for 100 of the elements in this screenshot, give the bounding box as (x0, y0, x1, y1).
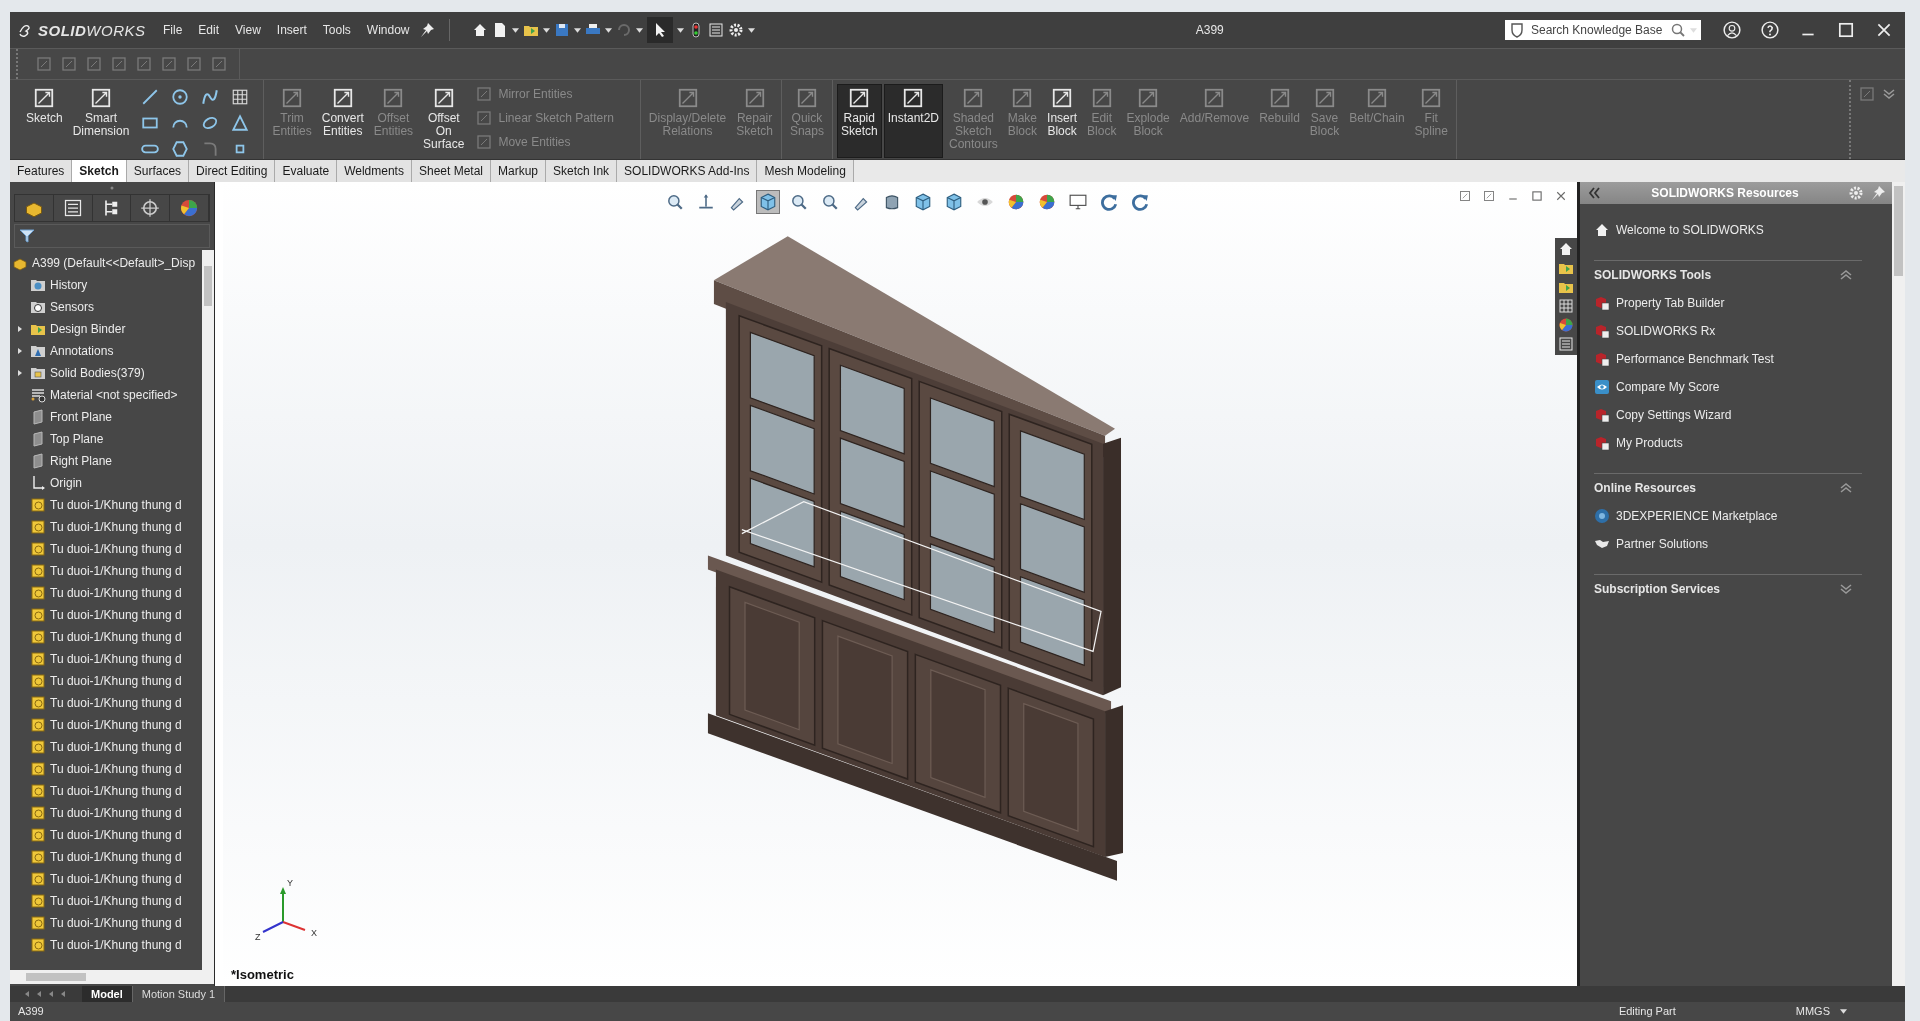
resource-link[interactable]: Welcome to SOLIDWORKS (1616, 223, 1764, 237)
caret-icon[interactable] (511, 27, 519, 33)
tree-item[interactable]: Tu duoi-1/Khung thung d (50, 938, 182, 952)
units-button[interactable]: MMGS (1685, 1005, 1830, 1017)
command-tab[interactable]: Direct Editing (189, 160, 276, 182)
tree-item[interactable]: Design Binder (50, 322, 126, 336)
chevrons-down-icon[interactable] (1881, 86, 1897, 102)
menu-item[interactable]: Edit (191, 19, 227, 41)
bodies-icon[interactable] (30, 365, 46, 381)
pin-icon[interactable] (418, 22, 435, 38)
command-tab[interactable]: Evaluate (275, 160, 338, 182)
help-icon[interactable] (1761, 21, 1779, 39)
tree-item[interactable]: Tu duoi-1/Khung thung d (50, 784, 182, 798)
command-tab[interactable]: SOLIDWORKS Add-Ins (617, 160, 758, 182)
filter-field[interactable] (14, 224, 210, 248)
component-icon[interactable] (30, 849, 46, 865)
caret-icon[interactable] (747, 27, 755, 33)
box-badge-icon[interactable] (1594, 295, 1610, 311)
component-icon[interactable] (30, 497, 46, 513)
command-tab[interactable]: Weldments (337, 160, 412, 182)
section-title[interactable]: SOLIDWORKS Tools (1594, 268, 1712, 282)
component-icon[interactable] (30, 629, 46, 645)
panel-handle[interactable] (215, 182, 223, 986)
ribbon-button[interactable]: Sketch (22, 84, 67, 158)
gear-icon[interactable] (727, 22, 744, 38)
tree-item[interactable]: Tu duoi-1/Khung thung d (50, 564, 182, 578)
tree-item[interactable]: Tu duoi-1/Khung thung d (50, 740, 182, 754)
tree-item[interactable]: Tu duoi-1/Khung thung d (50, 762, 182, 776)
tree-item[interactable]: Tu duoi-1/Khung thung d (50, 520, 182, 534)
ribbon-button[interactable]: Offset On Surface (419, 84, 469, 158)
grid-icon[interactable] (231, 88, 250, 106)
component-icon[interactable] (30, 761, 46, 777)
chevrons-up-icon[interactable] (1838, 267, 1854, 283)
spline-icon[interactable] (201, 88, 220, 106)
expand-arrow-icon[interactable] (16, 325, 24, 333)
resource-link[interactable]: Partner Solutions (1616, 537, 1709, 551)
component-icon[interactable] (30, 805, 46, 821)
circle-icon[interactable] (171, 88, 190, 106)
tree-item[interactable]: Tu duoi-1/Khung thung d (50, 850, 182, 864)
component-icon[interactable] (30, 607, 46, 623)
scrollbar[interactable] (1892, 182, 1905, 986)
material-icon[interactable] (30, 387, 46, 403)
tree-item[interactable]: History (50, 278, 88, 292)
resource-link[interactable]: My Products (1616, 436, 1683, 450)
tree-item[interactable]: Tu duoi-1/Khung thung d (50, 652, 182, 666)
user-icon[interactable] (1723, 21, 1741, 39)
ribbon-button[interactable]: Instant2D (883, 84, 943, 158)
resource-link[interactable]: Copy Settings Wizard (1616, 408, 1732, 422)
sensor-icon[interactable] (30, 299, 46, 315)
tree-item[interactable]: Front Plane (50, 410, 113, 424)
command-tab[interactable]: Sheet Metal (411, 160, 491, 182)
caret-icon[interactable] (573, 27, 581, 33)
caret-icon[interactable] (676, 27, 684, 33)
resource-link[interactable]: Performance Benchmark Test (1616, 352, 1774, 366)
tree-item[interactable]: Solid Bodies(379) (50, 366, 145, 380)
menu-item[interactable]: Tools (315, 19, 358, 41)
chevrons-up-icon[interactable] (1838, 480, 1854, 496)
tree-item[interactable]: Tu duoi-1/Khung thung d (50, 630, 182, 644)
tree-item[interactable]: Tu duoi-1/Khung thung d (50, 894, 182, 908)
tree-item[interactable]: Tu duoi-1/Khung thung d (50, 586, 182, 600)
view-tool-button[interactable] (756, 190, 780, 214)
list-icon[interactable] (707, 22, 724, 38)
command-tab[interactable]: Mesh Modeling (757, 160, 854, 182)
command-tab[interactable]: Features (10, 160, 73, 182)
resource-link[interactable]: SOLIDWORKS Rx (1616, 324, 1716, 338)
box-badge-icon[interactable] (1594, 351, 1610, 367)
task-pane-tab[interactable] (1558, 298, 1574, 314)
eye-badge-icon[interactable] (1594, 379, 1610, 395)
menu-item[interactable]: Window (359, 19, 417, 41)
command-tab[interactable]: Surfaces (126, 160, 190, 182)
plane-icon[interactable] (30, 453, 46, 469)
resource-link[interactable]: 3DEXPERIENCE Marketplace (1616, 509, 1778, 523)
tree-item[interactable]: Tu duoi-1/Khung thung d (50, 498, 182, 512)
menu-item[interactable]: File (156, 19, 190, 41)
ribbon-button[interactable]: Rapid Sketch (836, 84, 882, 158)
ribbon-button[interactable]: Smart Dimension (68, 84, 134, 158)
save-icon[interactable] (553, 22, 570, 38)
section-title[interactable]: Online Resources (1594, 481, 1697, 495)
component-icon[interactable] (30, 739, 46, 755)
history-icon[interactable] (30, 277, 46, 293)
line-icon[interactable] (141, 88, 160, 106)
component-icon[interactable] (30, 695, 46, 711)
grip-icon[interactable] (108, 184, 116, 192)
ellipse-icon[interactable] (201, 114, 220, 132)
model-tab[interactable]: Model (82, 986, 133, 1002)
task-pane-tab[interactable] (1558, 317, 1574, 333)
origin-icon[interactable] (30, 475, 46, 491)
scrollbar[interactable] (202, 250, 214, 970)
box-badge-icon[interactable] (1594, 435, 1610, 451)
chevrons-down-icon[interactable] (1838, 581, 1854, 597)
command-tab[interactable]: Markup (491, 160, 547, 182)
component-icon[interactable] (30, 585, 46, 601)
tree-item[interactable]: Material <not specified> (50, 388, 178, 402)
component-icon[interactable] (30, 717, 46, 733)
command-tab[interactable]: Sketch (72, 160, 127, 182)
tree-item[interactable]: Tu duoi-1/Khung thung d (50, 806, 182, 820)
tree-item[interactable]: Tu duoi-1/Khung thung d (50, 542, 182, 556)
component-icon[interactable] (30, 541, 46, 557)
close-icon[interactable] (1875, 21, 1893, 39)
component-icon[interactable] (30, 563, 46, 579)
